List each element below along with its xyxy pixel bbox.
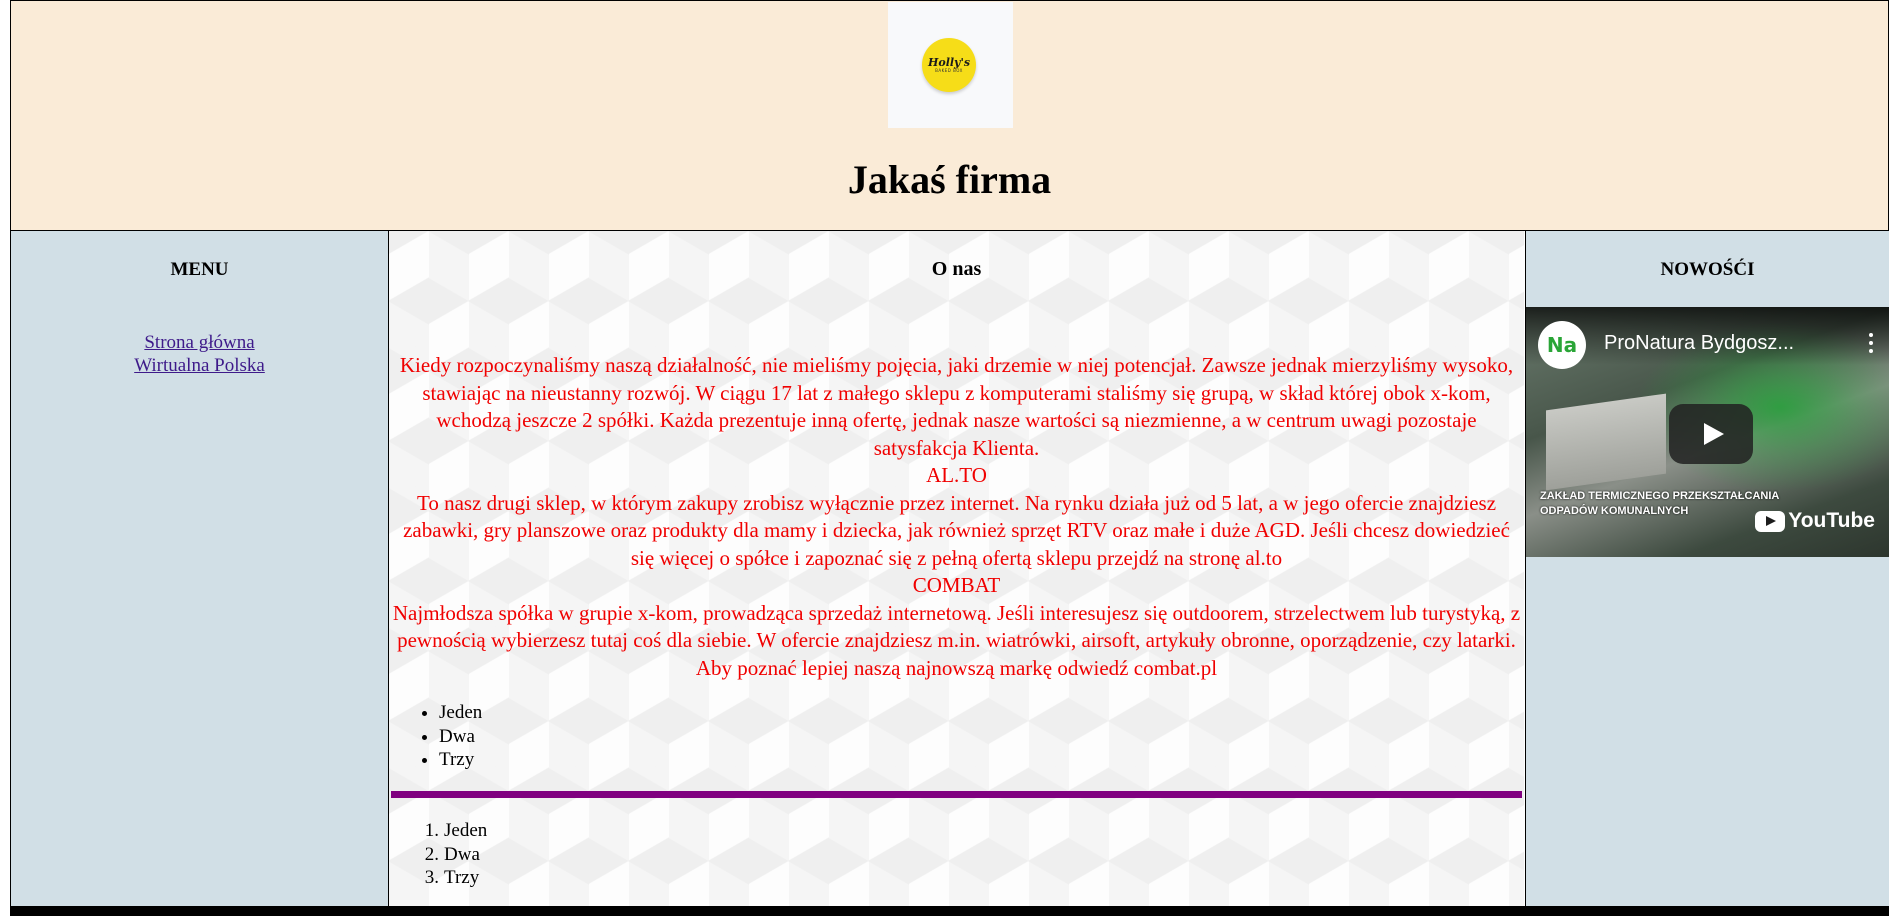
list-text: Jeden: [444, 820, 488, 841]
video-title[interactable]: ProNatura Bydgosz...: [1604, 331, 1794, 355]
nav-link-home[interactable]: Strona główna: [11, 331, 388, 354]
page-title: Jakaś firma: [847, 157, 1052, 202]
site-header: Holly's BAKED BOX Jakaś firma: [11, 1, 1888, 231]
bottom-border: [10, 906, 1889, 916]
list-item: 2. Dwa: [419, 843, 487, 867]
nav-link-wp[interactable]: Wirtualna Polska: [11, 354, 388, 377]
youtube-logo[interactable]: YouTube: [1755, 509, 1875, 533]
youtube-embed[interactable]: Na ProNatura Bydgosz... ZAKŁAD TERMICZNE…: [1526, 307, 1889, 557]
list-number: 1.: [424, 820, 439, 841]
youtube-wordmark: YouTube: [1788, 509, 1875, 532]
list-text: Trzy: [444, 867, 480, 888]
about-text: Kiedy rozpoczynaliśmy naszą działalność,…: [389, 352, 1524, 682]
caption-line: ODPADÓW KOMUNALNYCH: [1540, 505, 1689, 517]
list-item: 1. Jeden: [419, 819, 488, 843]
bullet-list: Jeden Dwa Trzy: [439, 701, 482, 772]
logo: Holly's BAKED BOX: [888, 2, 1013, 128]
about-paragraph-alto: To nasz drugi sklep, w którym zakupy zro…: [403, 490, 1510, 570]
main-nav: Strona główna Wirtualna Polska: [11, 331, 388, 377]
list-number: 3.: [424, 867, 439, 888]
about-paragraph-combat: Najmłodsza spółka w grupie x-kom, prowad…: [392, 600, 1521, 680]
list-item: Jeden: [439, 701, 482, 725]
section-heading: O nas: [931, 258, 982, 280]
list-item: Dwa: [439, 725, 482, 749]
sidebar-menu: MENU Strona główna Wirtualna Polska: [11, 231, 389, 909]
menu-heading: MENU: [170, 259, 229, 280]
sidebar-news: NOWOŚĆI Na ProNatura Bydgosz... ZAKŁAD T…: [1525, 231, 1889, 909]
news-heading: NOWOŚĆI: [1660, 259, 1755, 280]
main-content: O nas Kiedy rozpoczynaliśmy naszą działa…: [389, 231, 1524, 909]
video-thumbnail-building: [1546, 393, 1666, 491]
about-paragraph-intro: Kiedy rozpoczynaliśmy naszą działalność,…: [399, 353, 1514, 460]
logo-badge: Holly's BAKED BOX: [922, 38, 976, 92]
list-text: Dwa: [444, 843, 480, 865]
logo-subtext: BAKED BOX: [935, 67, 963, 73]
list-item: 3. Trzy: [419, 866, 487, 890]
video-caption: ZAKŁAD TERMICZNEGO PRZEKSZTAŁCANIA ODPAD…: [1540, 489, 1779, 519]
about-heading-combat: COMBAT: [912, 573, 1001, 597]
page-frame: Holly's BAKED BOX Jakaś firma MENU Stron…: [10, 0, 1889, 909]
list-item: Trzy: [439, 748, 482, 772]
purple-divider: [391, 791, 1522, 798]
play-button[interactable]: [1669, 404, 1753, 464]
about-heading-alto: AL.TO: [926, 463, 987, 487]
more-options-icon[interactable]: [1869, 333, 1875, 355]
youtube-play-icon: [1755, 510, 1786, 532]
channel-avatar[interactable]: Na: [1538, 321, 1586, 369]
caption-line: ZAKŁAD TERMICZNEGO PRZEKSZTAŁCANIA: [1540, 490, 1780, 502]
numbered-list: 1. Jeden 2. Dwa 3. Trzy: [419, 819, 488, 890]
list-number: 2.: [424, 843, 439, 865]
logo-word: Holly's: [927, 55, 971, 69]
